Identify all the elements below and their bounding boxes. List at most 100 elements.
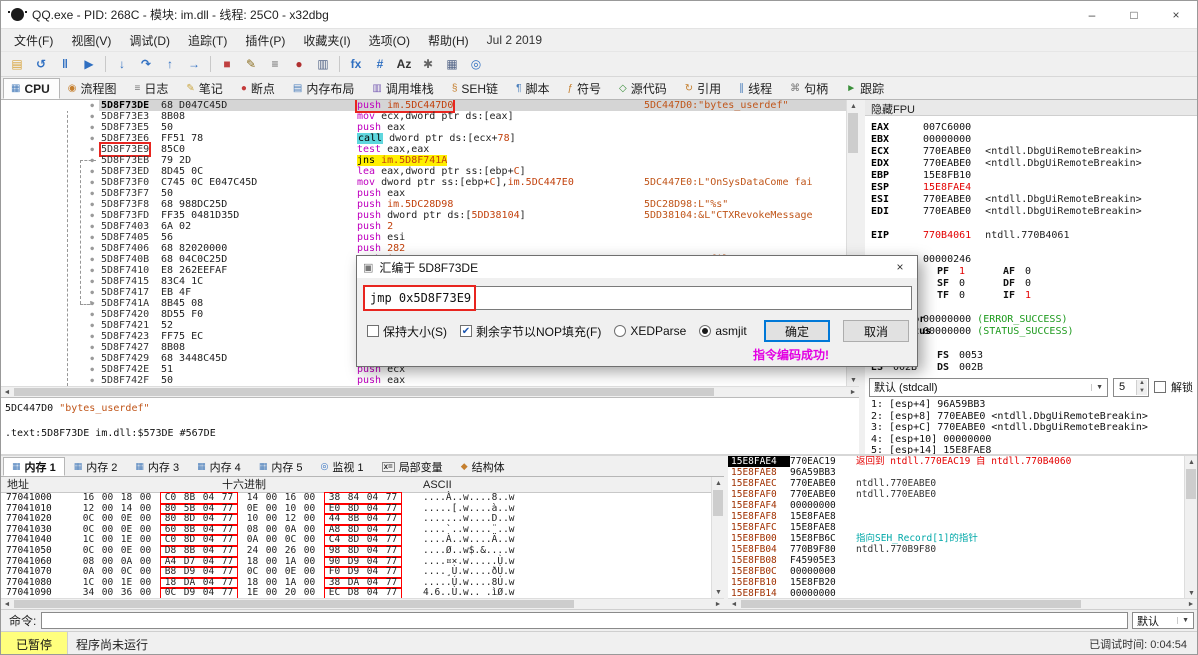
menu-item[interactable]: 文件(F) [5, 29, 62, 52]
step-out-icon[interactable]: ↑ [159, 54, 181, 74]
argument-row[interactable]: 4: [esp+10] 00000000 [871, 434, 1195, 446]
menu-item[interactable]: 视图(V) [62, 29, 120, 52]
disasm-row[interactable]: ● 5D8F73E6 FF51 78 call dword ptr ds:[ecx+7… [1, 133, 846, 144]
notes-icon[interactable]: ✎ [240, 54, 262, 74]
disasm-row[interactable]: ● 5D8F73E3 8B08 mov ecx,dword ptr ds:[eax] [1, 111, 846, 122]
breakpoint-gutter[interactable]: ● [1, 287, 99, 298]
scroll-thumb[interactable] [848, 113, 858, 153]
tab-监视 1[interactable]: ◎ 监视 1 [312, 457, 373, 476]
breakpoint-gutter[interactable]: ● [1, 210, 99, 221]
register-row[interactable]: LastStatus00000000(STATUS_SUCCESS) [871, 326, 1195, 338]
scroll-up-icon[interactable]: ▲ [1185, 456, 1197, 468]
run-to-cursor-icon[interactable]: → [183, 54, 205, 74]
close-button[interactable]: × [1155, 1, 1197, 28]
argument-row[interactable]: 2: [esp+8] 770EABE0 <ntdll.DbgUiRemoteBr… [871, 411, 1195, 423]
disasm-row[interactable]: ● 5D8F73E9 85C0 test eax,eax [1, 142, 846, 157]
menu-item[interactable]: 调试(D) [120, 29, 179, 52]
stack-row[interactable]: 15E8FAF8 15E8FAE8 [728, 511, 1184, 522]
settings-icon[interactable]: ✱ [417, 54, 439, 74]
breakpoint-gutter[interactable]: ● [1, 276, 99, 287]
register-row[interactable]: EBX 00000000 [871, 134, 1195, 146]
asmjit-radio[interactable] [699, 325, 712, 337]
breakpoint-gutter[interactable]: ● [1, 122, 99, 133]
breakpoint-gutter[interactable]: ● [1, 221, 99, 232]
stack-row[interactable]: 15E8FB08 F45905E3 [728, 555, 1184, 566]
pause-icon[interactable]: ‖ [54, 54, 76, 74]
hash-icon[interactable]: # [369, 54, 391, 74]
step-over-icon[interactable]: ↷ [135, 54, 157, 74]
unlock-checkbox[interactable] [1154, 381, 1166, 393]
scroll-thumb[interactable] [713, 490, 723, 516]
breakpoint-gutter[interactable]: ● [1, 155, 99, 166]
breakpoint-gutter[interactable]: ● [1, 254, 99, 265]
disasm-row[interactable]: ● 5D8F73FD FF35 0481D35D push dword ptr ds:… [1, 210, 846, 221]
xedparse-option[interactable]: XEDParse [614, 324, 686, 338]
menu-item[interactable]: 选项(O) [360, 29, 419, 52]
register-row[interactable]: EDX 770EABE0 <ntdll.DbgUiRemoteBreakin> [871, 158, 1195, 170]
register-blank-row[interactable] [871, 338, 1195, 350]
xedparse-radio[interactable] [614, 325, 627, 337]
stack-row[interactable]: 15E8FAEC 770EABE0 ntdll.770EABE0 [728, 478, 1184, 489]
register-blank-row[interactable] [871, 242, 1195, 254]
breakpoint-gutter[interactable]: ● [1, 144, 99, 155]
disasm-row[interactable]: ● 5D8F73E5 50 push eax [1, 122, 846, 133]
breakpoint-gutter[interactable]: ● [1, 331, 99, 342]
disasm-row[interactable]: ● 5D8F73EB 79 2D jns im.5D8F741A [1, 155, 846, 166]
spin-up-icon[interactable]: ▲ [1137, 379, 1147, 387]
register-row[interactable]: ES 002B DS 002B [871, 362, 1195, 374]
tab-笔记[interactable]: ✎ 笔记 [178, 78, 232, 99]
tab-脚本[interactable]: ¶ 脚本 [508, 78, 559, 99]
tab-内存 1[interactable]: ▦ 内存 1 [3, 457, 65, 476]
keep-size-option[interactable]: 保持大小(S) [367, 323, 447, 340]
breakpoint-gutter[interactable]: ● [1, 166, 99, 177]
scroll-thumb[interactable] [14, 600, 574, 608]
argument-row[interactable]: 1: [esp+4] 96A59BB3 [871, 399, 1195, 411]
disasm-row[interactable]: ● 5D8F73ED 8D45 0C lea eax,dword ptr ss:[eb… [1, 166, 846, 177]
breakpoint-gutter[interactable]: ● [1, 298, 99, 309]
breakpoint-gutter[interactable]: ● [1, 111, 99, 122]
menu-item[interactable]: 帮助(H) [419, 29, 478, 52]
fx-icon[interactable]: fx [345, 54, 367, 74]
disasm-row[interactable]: ● 5D8F73DE 68 D047C45D push im.5DC447D0 5DC4… [1, 100, 846, 113]
dump-hscrollbar[interactable]: ◄ ► [1, 598, 724, 610]
breakpoint-gutter[interactable]: ● [1, 342, 99, 353]
memory-dump-view[interactable]: 地址 十六进制 ASCII 77041000 16 00 18 00 C0 8B 04 77 14… [1, 477, 711, 609]
breakpoint-gutter[interactable]: ● [1, 320, 99, 331]
register-row[interactable]: ESI 770EABE0 <ntdll.DbgUiRemoteBreakin> [871, 194, 1195, 206]
scroll-thumb[interactable] [741, 600, 1081, 608]
stack-vscrollbar[interactable]: ▲ ▼ [1184, 456, 1197, 599]
menu-item[interactable]: 收藏夹(I) [294, 29, 359, 52]
register-row[interactable]: OF0SF0DF0 [871, 278, 1195, 290]
breakpoints-icon[interactable]: ● [288, 54, 310, 74]
tab-断点[interactable]: ● 断点 [233, 78, 285, 99]
disasm-row[interactable]: ● 5D8F73F8 68 988DC25D push im.5DC28D98 5DC2… [1, 199, 846, 210]
tab-内存 5[interactable]: ▦ 内存 5 [250, 457, 312, 476]
register-row[interactable]: EBP 15E8FB10 [871, 170, 1195, 182]
stack-row[interactable]: 15E8FAF4 00000000 [728, 500, 1184, 511]
tab-内存 4[interactable]: ▦ 内存 4 [188, 457, 250, 476]
breakpoint-gutter[interactable]: ● [1, 133, 99, 144]
register-row[interactable]: EDI 770EABE0 <ntdll.DbgUiRemoteBreakin> [871, 206, 1195, 218]
menu-item[interactable]: 追踪(T) [179, 29, 236, 52]
tab-CPU[interactable]: ▦ CPU [3, 78, 60, 99]
command-input[interactable] [41, 612, 1128, 629]
tab-结构体[interactable]: ◆ 结构体 [452, 457, 514, 476]
register-row[interactable]: EAX 007C6000 [871, 122, 1195, 134]
open-file-icon[interactable]: ▤ [6, 54, 28, 74]
register-row[interactable]: ECX 770EABE0 <ntdll.DbgUiRemoteBreakin> [871, 146, 1195, 158]
asmjit-option[interactable]: asmjit [699, 324, 747, 338]
tab-源代码[interactable]: ◇ 源代码 [611, 78, 677, 99]
run-icon[interactable]: ▶ [78, 54, 100, 74]
keep-size-checkbox[interactable] [367, 325, 379, 337]
disasm-row[interactable]: ● 5D8F73F0 C745 0C E047C45D mov dword ptr s… [1, 177, 846, 188]
tab-SEH链[interactable]: § SEH链 [444, 78, 508, 99]
stack-view[interactable]: 15E8FAE4 770EAC19 返回到 ntdll.770EAC19 自 ntd… [728, 456, 1184, 599]
stack-row[interactable]: 15E8FAF0 770EABE0 ntdll.770EABE0 [728, 489, 1184, 500]
stack-row[interactable]: 15E8FB04 770B9F80 ntdll.770B9F80 [728, 544, 1184, 555]
tab-内存 2[interactable]: ▦ 内存 2 [65, 457, 127, 476]
cpu-chip-icon[interactable]: ▦ [441, 54, 463, 74]
patch-icon[interactable]: ■ [216, 54, 238, 74]
register-row[interactable]: EFLAGS00000246 [871, 254, 1195, 266]
assemble-instruction-input[interactable] [364, 286, 912, 310]
breakpoint-gutter[interactable]: ● [1, 232, 99, 243]
